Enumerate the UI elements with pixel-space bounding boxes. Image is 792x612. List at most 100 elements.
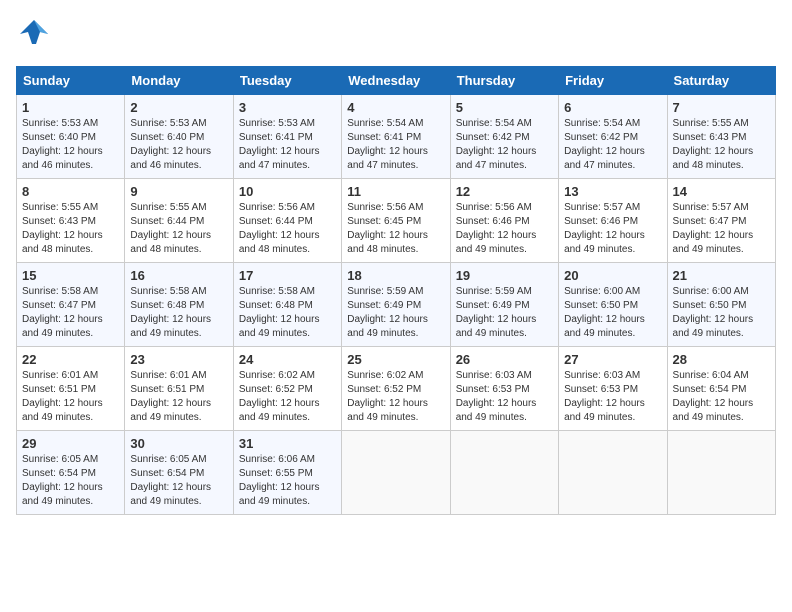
day-number: 28 — [673, 352, 770, 367]
day-info: Sunrise: 5:55 AMSunset: 6:44 PMDaylight:… — [130, 202, 211, 255]
day-info: Sunrise: 5:53 AMSunset: 6:40 PMDaylight:… — [22, 118, 103, 171]
calendar-cell: 3 Sunrise: 5:53 AMSunset: 6:41 PMDayligh… — [233, 95, 341, 179]
header — [16, 16, 776, 58]
column-header-wednesday: Wednesday — [342, 67, 450, 95]
day-info: Sunrise: 5:53 AMSunset: 6:41 PMDaylight:… — [239, 118, 320, 171]
day-number: 13 — [564, 184, 661, 199]
calendar-cell: 29 Sunrise: 6:05 AMSunset: 6:54 PMDaylig… — [17, 431, 125, 515]
day-number: 23 — [130, 352, 227, 367]
calendar-cell — [450, 431, 558, 515]
day-number: 12 — [456, 184, 553, 199]
day-info: Sunrise: 5:56 AMSunset: 6:46 PMDaylight:… — [456, 202, 537, 255]
calendar-cell: 15 Sunrise: 5:58 AMSunset: 6:47 PMDaylig… — [17, 263, 125, 347]
day-info: Sunrise: 5:55 AMSunset: 6:43 PMDaylight:… — [22, 202, 103, 255]
calendar-cell: 7 Sunrise: 5:55 AMSunset: 6:43 PMDayligh… — [667, 95, 775, 179]
calendar-cell: 16 Sunrise: 5:58 AMSunset: 6:48 PMDaylig… — [125, 263, 233, 347]
calendar-cell: 5 Sunrise: 5:54 AMSunset: 6:42 PMDayligh… — [450, 95, 558, 179]
day-info: Sunrise: 5:54 AMSunset: 6:42 PMDaylight:… — [564, 118, 645, 171]
calendar-cell: 10 Sunrise: 5:56 AMSunset: 6:44 PMDaylig… — [233, 179, 341, 263]
day-number: 14 — [673, 184, 770, 199]
day-number: 2 — [130, 100, 227, 115]
day-number: 10 — [239, 184, 336, 199]
day-info: Sunrise: 5:56 AMSunset: 6:44 PMDaylight:… — [239, 202, 320, 255]
calendar-cell: 8 Sunrise: 5:55 AMSunset: 6:43 PMDayligh… — [17, 179, 125, 263]
day-info: Sunrise: 5:55 AMSunset: 6:43 PMDaylight:… — [673, 118, 754, 171]
calendar-week-1: 1 Sunrise: 5:53 AMSunset: 6:40 PMDayligh… — [17, 95, 776, 179]
day-info: Sunrise: 5:58 AMSunset: 6:48 PMDaylight:… — [130, 286, 211, 339]
day-info: Sunrise: 6:01 AMSunset: 6:51 PMDaylight:… — [130, 370, 211, 423]
calendar-cell: 24 Sunrise: 6:02 AMSunset: 6:52 PMDaylig… — [233, 347, 341, 431]
day-info: Sunrise: 6:03 AMSunset: 6:53 PMDaylight:… — [456, 370, 537, 423]
day-number: 25 — [347, 352, 444, 367]
day-number: 31 — [239, 436, 336, 451]
calendar-table: SundayMondayTuesdayWednesdayThursdayFrid… — [16, 66, 776, 515]
day-info: Sunrise: 5:58 AMSunset: 6:48 PMDaylight:… — [239, 286, 320, 339]
day-info: Sunrise: 5:57 AMSunset: 6:46 PMDaylight:… — [564, 202, 645, 255]
day-number: 8 — [22, 184, 119, 199]
day-number: 9 — [130, 184, 227, 199]
calendar-cell: 6 Sunrise: 5:54 AMSunset: 6:42 PMDayligh… — [559, 95, 667, 179]
logo — [16, 16, 56, 58]
calendar-cell: 28 Sunrise: 6:04 AMSunset: 6:54 PMDaylig… — [667, 347, 775, 431]
day-info: Sunrise: 6:00 AMSunset: 6:50 PMDaylight:… — [564, 286, 645, 339]
day-info: Sunrise: 6:00 AMSunset: 6:50 PMDaylight:… — [673, 286, 754, 339]
day-number: 29 — [22, 436, 119, 451]
calendar-cell: 11 Sunrise: 5:56 AMSunset: 6:45 PMDaylig… — [342, 179, 450, 263]
day-number: 11 — [347, 184, 444, 199]
day-info: Sunrise: 6:05 AMSunset: 6:54 PMDaylight:… — [22, 454, 103, 507]
column-header-sunday: Sunday — [17, 67, 125, 95]
day-number: 16 — [130, 268, 227, 283]
day-number: 15 — [22, 268, 119, 283]
calendar-cell: 17 Sunrise: 5:58 AMSunset: 6:48 PMDaylig… — [233, 263, 341, 347]
day-info: Sunrise: 5:57 AMSunset: 6:47 PMDaylight:… — [673, 202, 754, 255]
day-number: 24 — [239, 352, 336, 367]
day-number: 30 — [130, 436, 227, 451]
calendar-week-5: 29 Sunrise: 6:05 AMSunset: 6:54 PMDaylig… — [17, 431, 776, 515]
column-header-saturday: Saturday — [667, 67, 775, 95]
calendar-header-row: SundayMondayTuesdayWednesdayThursdayFrid… — [17, 67, 776, 95]
calendar-cell: 14 Sunrise: 5:57 AMSunset: 6:47 PMDaylig… — [667, 179, 775, 263]
column-header-thursday: Thursday — [450, 67, 558, 95]
calendar-cell — [667, 431, 775, 515]
calendar-cell — [559, 431, 667, 515]
calendar-cell: 31 Sunrise: 6:06 AMSunset: 6:55 PMDaylig… — [233, 431, 341, 515]
calendar-cell: 20 Sunrise: 6:00 AMSunset: 6:50 PMDaylig… — [559, 263, 667, 347]
calendar-cell: 22 Sunrise: 6:01 AMSunset: 6:51 PMDaylig… — [17, 347, 125, 431]
day-number: 22 — [22, 352, 119, 367]
calendar-week-4: 22 Sunrise: 6:01 AMSunset: 6:51 PMDaylig… — [17, 347, 776, 431]
calendar-cell: 18 Sunrise: 5:59 AMSunset: 6:49 PMDaylig… — [342, 263, 450, 347]
day-number: 1 — [22, 100, 119, 115]
column-header-tuesday: Tuesday — [233, 67, 341, 95]
day-info: Sunrise: 6:01 AMSunset: 6:51 PMDaylight:… — [22, 370, 103, 423]
day-number: 20 — [564, 268, 661, 283]
day-number: 26 — [456, 352, 553, 367]
calendar-cell: 26 Sunrise: 6:03 AMSunset: 6:53 PMDaylig… — [450, 347, 558, 431]
calendar-cell: 13 Sunrise: 5:57 AMSunset: 6:46 PMDaylig… — [559, 179, 667, 263]
calendar-week-2: 8 Sunrise: 5:55 AMSunset: 6:43 PMDayligh… — [17, 179, 776, 263]
calendar-cell: 21 Sunrise: 6:00 AMSunset: 6:50 PMDaylig… — [667, 263, 775, 347]
calendar-cell: 30 Sunrise: 6:05 AMSunset: 6:54 PMDaylig… — [125, 431, 233, 515]
calendar-cell: 12 Sunrise: 5:56 AMSunset: 6:46 PMDaylig… — [450, 179, 558, 263]
day-number: 4 — [347, 100, 444, 115]
day-number: 27 — [564, 352, 661, 367]
day-info: Sunrise: 6:04 AMSunset: 6:54 PMDaylight:… — [673, 370, 754, 423]
day-number: 17 — [239, 268, 336, 283]
day-info: Sunrise: 5:58 AMSunset: 6:47 PMDaylight:… — [22, 286, 103, 339]
day-info: Sunrise: 5:59 AMSunset: 6:49 PMDaylight:… — [347, 286, 428, 339]
calendar-week-3: 15 Sunrise: 5:58 AMSunset: 6:47 PMDaylig… — [17, 263, 776, 347]
day-info: Sunrise: 5:54 AMSunset: 6:41 PMDaylight:… — [347, 118, 428, 171]
day-info: Sunrise: 5:53 AMSunset: 6:40 PMDaylight:… — [130, 118, 211, 171]
calendar-cell — [342, 431, 450, 515]
day-number: 3 — [239, 100, 336, 115]
calendar-cell: 19 Sunrise: 5:59 AMSunset: 6:49 PMDaylig… — [450, 263, 558, 347]
day-info: Sunrise: 6:05 AMSunset: 6:54 PMDaylight:… — [130, 454, 211, 507]
day-number: 21 — [673, 268, 770, 283]
logo-bird-icon — [16, 16, 52, 58]
calendar-cell: 27 Sunrise: 6:03 AMSunset: 6:53 PMDaylig… — [559, 347, 667, 431]
day-info: Sunrise: 6:03 AMSunset: 6:53 PMDaylight:… — [564, 370, 645, 423]
calendar-cell: 25 Sunrise: 6:02 AMSunset: 6:52 PMDaylig… — [342, 347, 450, 431]
day-number: 18 — [347, 268, 444, 283]
day-info: Sunrise: 6:02 AMSunset: 6:52 PMDaylight:… — [347, 370, 428, 423]
calendar-cell: 2 Sunrise: 5:53 AMSunset: 6:40 PMDayligh… — [125, 95, 233, 179]
day-info: Sunrise: 6:06 AMSunset: 6:55 PMDaylight:… — [239, 454, 320, 507]
